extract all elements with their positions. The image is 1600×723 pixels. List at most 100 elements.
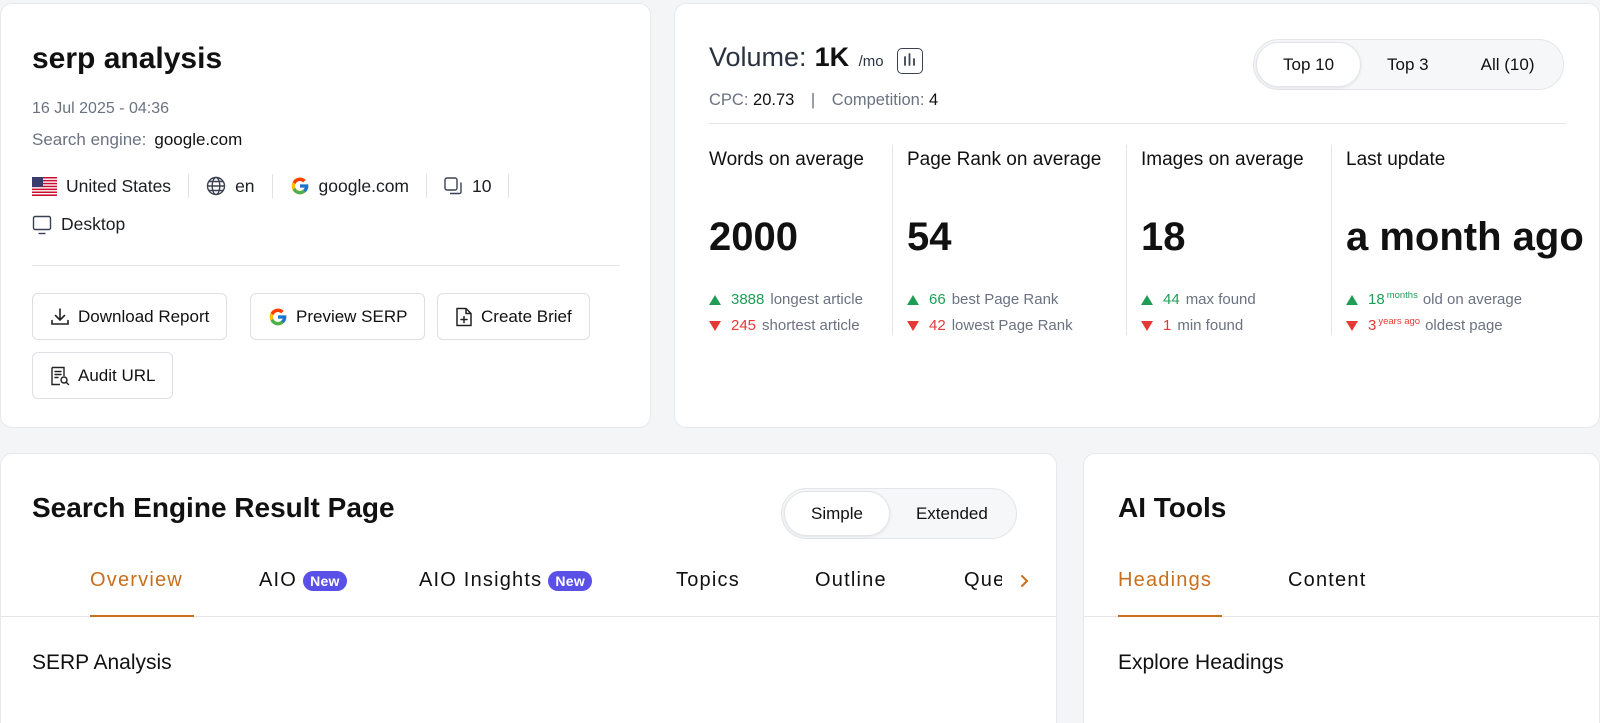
- stat-max-value: 44: [1163, 291, 1180, 308]
- stat-max-text: old on average: [1422, 291, 1523, 308]
- audit-url-label: Audit URL: [78, 365, 156, 385]
- device-meta: Desktop: [32, 214, 125, 235]
- tab-headings[interactable]: Headings: [1118, 569, 1212, 592]
- ai-tools-title: AI Tools: [1118, 492, 1227, 523]
- stat-min-text: oldest page: [1425, 317, 1503, 334]
- stat-value: 18: [1141, 215, 1186, 259]
- arrow-up-icon: [907, 294, 919, 305]
- tab-outline[interactable]: Outline: [815, 569, 887, 592]
- view-toggle: Simple Extended: [781, 488, 1017, 539]
- stat-value: 2000: [709, 215, 798, 259]
- new-badge: New: [303, 570, 347, 591]
- google-icon: [290, 176, 310, 196]
- stat-title: Page Rank on average: [907, 149, 1102, 170]
- engine-label: google.com: [318, 175, 410, 196]
- tab-aio[interactable]: AIO New: [259, 569, 347, 592]
- tab-label: AIO Insights: [419, 569, 543, 591]
- segment-top-10[interactable]: Top 10: [1256, 42, 1362, 87]
- stat-max-unit: months: [1386, 290, 1418, 301]
- volume-label: Volume:: [709, 42, 807, 72]
- download-icon: [50, 307, 70, 327]
- tab-label: Content: [1288, 569, 1367, 591]
- tab-questions[interactable]: Que: [964, 569, 1002, 592]
- stat-max-line: 44 max found: [1141, 291, 1256, 308]
- tab-label: AIO: [259, 569, 298, 591]
- active-tab-indicator: [90, 615, 194, 617]
- stat-images: Images on average 18 44 max found 1 min …: [1126, 145, 1326, 335]
- tab-label: Que: [964, 569, 1002, 591]
- cpc-value: 20.73: [753, 91, 795, 109]
- volume-value: 1K: [814, 42, 850, 72]
- stat-page-rank: Page Rank on average 54 66 best Page Ran…: [892, 145, 1121, 335]
- bar-chart-icon[interactable]: [897, 48, 923, 74]
- query-info-card: serp analysis 16 Jul 2025 - 04:36 Search…: [0, 3, 651, 428]
- volume-heading: Volume: 1K /mo: [709, 42, 884, 73]
- stat-min-line: 42 lowest Page Rank: [907, 317, 1073, 334]
- serp-card: Search Engine Result Page Simple Extende…: [0, 453, 1057, 723]
- stat-max-text: max found: [1185, 291, 1256, 308]
- search-engine-label: Search engine:: [32, 130, 147, 149]
- tab-topics[interactable]: Topics: [676, 569, 740, 592]
- audit-icon: [50, 366, 70, 386]
- ai-tools-tabs: Headings Content: [1084, 559, 1599, 617]
- audit-url-button[interactable]: Audit URL: [32, 352, 174, 399]
- arrow-up-icon: [1346, 294, 1358, 305]
- create-brief-button[interactable]: Create Brief: [437, 293, 590, 340]
- volume-unit: /mo: [858, 53, 884, 70]
- stat-words: Words on average 2000 3888 longest artic…: [709, 145, 886, 335]
- stat-min-line: 1 min found: [1141, 317, 1243, 334]
- stat-min-text: min found: [1177, 317, 1244, 334]
- divider: [32, 265, 620, 266]
- chevron-right-icon[interactable]: [1018, 571, 1032, 596]
- tab-overview[interactable]: Overview: [90, 569, 183, 592]
- stat-max-line: 18 months old on average: [1346, 290, 1523, 308]
- query-date: 16 Jul 2025 - 04:36: [32, 100, 169, 117]
- preview-serp-button[interactable]: Preview SERP: [250, 293, 426, 340]
- tab-content[interactable]: Content: [1288, 569, 1366, 592]
- create-brief-label: Create Brief: [481, 306, 572, 326]
- view-simple[interactable]: Simple: [784, 491, 890, 536]
- arrow-down-icon: [1346, 320, 1358, 331]
- globe-icon: [206, 176, 226, 196]
- arrow-down-icon: [1141, 320, 1153, 331]
- stat-min-line: 3 years ago oldest page: [1346, 316, 1503, 334]
- stat-last-update: Last update a month ago 18 months old on…: [1331, 145, 1584, 335]
- google-icon: [268, 307, 288, 327]
- stat-max-value: 66: [929, 291, 946, 308]
- active-tab-indicator: [1118, 615, 1222, 617]
- stat-max-value: 18: [1368, 291, 1385, 308]
- tab-aio-insights[interactable]: AIO Insights New: [419, 569, 593, 592]
- stat-max-text: longest article: [770, 291, 863, 308]
- tab-label: Outline: [815, 569, 887, 591]
- file-plus-icon: [455, 307, 473, 327]
- stat-max-value: 3888: [731, 291, 765, 308]
- stat-title: Words on average: [709, 149, 864, 170]
- divider: [709, 123, 1566, 124]
- stat-min-text: lowest Page Rank: [951, 317, 1073, 334]
- query-meta-row: United States en google.com 10: [32, 174, 526, 198]
- stat-min-value: 42: [929, 317, 946, 334]
- serp-title: Search Engine Result Page: [32, 492, 395, 523]
- ai-tools-card: AI Tools Headings Content Explore Headin…: [1083, 453, 1600, 723]
- desktop-icon: [32, 215, 52, 235]
- competition-value: 4: [929, 91, 939, 109]
- tab-label: Overview: [90, 569, 183, 591]
- view-extended[interactable]: Extended: [890, 491, 1014, 536]
- arrow-down-icon: [709, 320, 721, 331]
- stat-max-line: 66 best Page Rank: [907, 291, 1058, 308]
- download-report-button[interactable]: Download Report: [32, 293, 228, 340]
- segment-all[interactable]: All (10): [1455, 42, 1561, 87]
- stat-min-value: 245: [731, 317, 757, 334]
- arrow-down-icon: [907, 320, 919, 331]
- tab-label: Topics: [676, 569, 740, 591]
- stat-title: Images on average: [1141, 149, 1304, 170]
- country-meta: United States: [32, 174, 190, 198]
- stat-value: a month ago: [1346, 215, 1584, 259]
- new-badge: New: [548, 570, 593, 591]
- serp-tabs: Overview AIO New AIO Insights New Topics…: [1, 559, 1056, 617]
- stat-max-text: best Page Rank: [951, 291, 1059, 308]
- segment-top-3[interactable]: Top 3: [1361, 42, 1455, 87]
- tab-label: Headings: [1118, 569, 1213, 591]
- arrow-up-icon: [709, 294, 721, 305]
- volume-stats-card: Volume: 1K /mo CPC: 20.73 | Competition: …: [674, 3, 1600, 428]
